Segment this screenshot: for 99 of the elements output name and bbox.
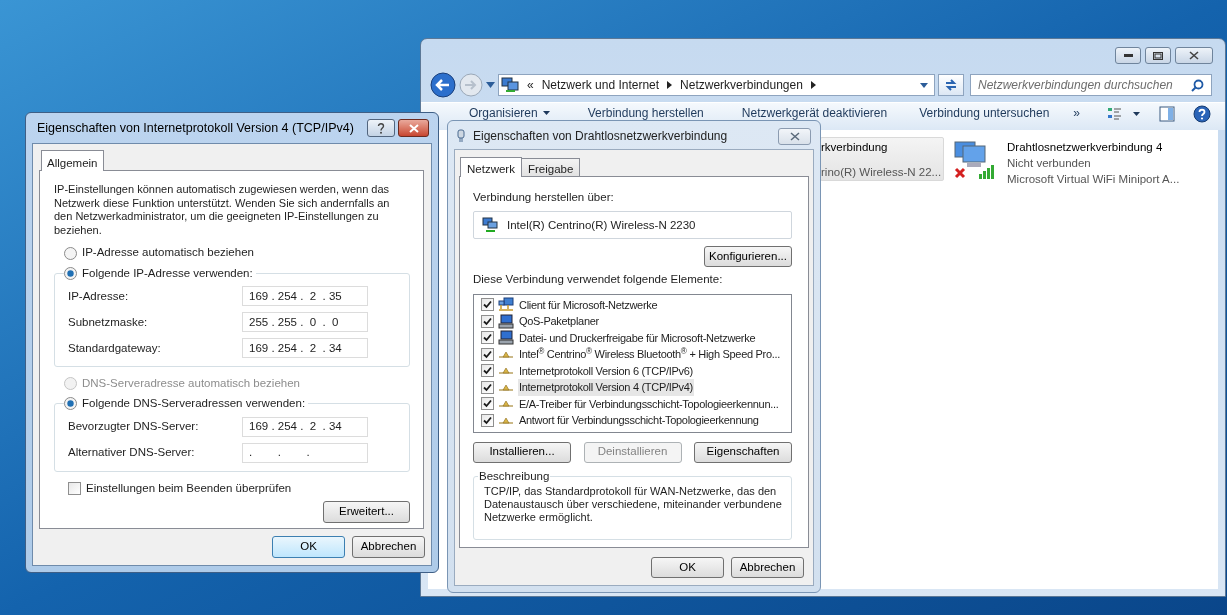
checkbox[interactable] [481, 347, 494, 361]
checkbox-label[interactable]: Einstellungen beim Beenden überprüfen [86, 479, 292, 498]
advanced-button[interactable]: Erweitert... [323, 500, 410, 523]
list-item[interactable]: QoS-Paketplaner [518, 313, 600, 330]
button[interactable]: OK [651, 557, 724, 578]
ip-address-field[interactable]: . . . [242, 442, 368, 463]
preview-pane-icon[interactable] [1159, 106, 1175, 122]
checkbox[interactable] [481, 397, 494, 411]
description-text: TCP/IP, das Standardprotokoll für WAN-Netzwerke, das den Datenaustausch über verschiedene, miteinander verbundene Netzwerke ermöglicht. [484, 484, 783, 524]
search-field[interactable]: Netzwerkverbindungen durchsuchen [970, 74, 1212, 96]
radio-label[interactable]: IP-Adresse automatisch beziehen [82, 244, 254, 262]
checkbox[interactable] [481, 298, 494, 312]
list-item[interactable]: Intel$^{®}$ Centrino$^{®}$ Wireless Bluetooth$^{®}$ + High Speed Pro... [518, 346, 781, 363]
button[interactable]: Eigenschaften [694, 441, 792, 463]
section-label: Verbindung herstellen über: [473, 190, 615, 205]
maximize-icon [1153, 51, 1163, 60]
network-folder-icon [501, 77, 519, 93]
close-icon [789, 131, 800, 141]
field-label: Subnetzmaske: [68, 314, 149, 330]
chevron-right-icon[interactable] [667, 81, 673, 89]
dropdown-arrow-icon[interactable] [920, 82, 928, 88]
breadcrumb-item[interactable]: Netzwerkverbindungen [680, 76, 803, 94]
toolbar-button[interactable]: Netzwerkgerät deaktivieren [741, 106, 888, 120]
ip-address-field[interactable]: 169 . 254 . 2 . 34 [242, 416, 368, 437]
close-button[interactable] [778, 127, 811, 145]
radio-label[interactable]: Folgende IP-Adresse verwenden: [82, 265, 253, 283]
radio-label[interactable]: Folgende DNS-Serveradressen verwenden: [82, 395, 306, 413]
view-options-icon[interactable] [1107, 106, 1141, 122]
chevron-right-icon[interactable] [810, 81, 816, 89]
checkbox[interactable] [481, 413, 494, 427]
device-name: rino(R) Wireless-N 22... [821, 165, 942, 180]
group-title: Beschreibung [478, 468, 551, 484]
search-icon[interactable] [1191, 78, 1204, 92]
computer-icon [498, 330, 514, 346]
back-button[interactable] [430, 72, 456, 98]
connection-name: rkverbindung [821, 140, 889, 155]
field-label: IP-Adresse: [68, 288, 130, 304]
refresh-button[interactable] [938, 74, 964, 96]
toolbar-button[interactable]: » [1073, 106, 1080, 120]
maximize-button[interactable] [1145, 47, 1171, 64]
checkbox[interactable] [481, 331, 494, 345]
radio-button[interactable] [64, 246, 77, 260]
checkbox[interactable] [481, 314, 494, 328]
tab[interactable]: Allgemein [41, 150, 104, 171]
button[interactable]: Abbrechen [352, 536, 425, 558]
refresh-icon [943, 78, 959, 92]
toolbar-button[interactable]: Verbindung untersuchen [919, 106, 1050, 120]
network-adapter-icon [482, 217, 498, 234]
list-item[interactable]: E/A-Treiber für Verbindungsschicht-Topologieerkennun... [518, 395, 780, 412]
close-button[interactable] [398, 119, 429, 137]
minimize-button[interactable] [1115, 47, 1141, 64]
help-button[interactable] [367, 119, 395, 137]
minimize-icon [1123, 54, 1133, 57]
breadcrumb-item[interactable]: Netzwerk und Internet [541, 76, 660, 94]
ip-address-field[interactable]: 255 . 255 . 0 . 0 [242, 312, 368, 333]
close-icon [1189, 51, 1199, 60]
list-item[interactable]: Internetprotokoll Version 4 (TCP/IPv4) [518, 379, 694, 396]
ip-address-field[interactable]: 169 . 254 . 2 . 35 [242, 286, 368, 307]
list-item[interactable]: Antwort für Verbindungsschicht-Topologieerkennung [518, 412, 760, 429]
list-item[interactable]: Client für Microsoft-Netzwerke [518, 296, 659, 313]
toolbar-button[interactable]: Verbindung herstellen [587, 106, 704, 120]
window-title: Eigenschaften von Drahtlosnetzwerkverbindung [473, 128, 728, 145]
checkbox[interactable] [481, 364, 494, 378]
ip-address-field[interactable]: 169 . 254 . 2 . 34 [242, 338, 368, 359]
window-title: Eigenschaften von Internetprotokoll Version 4 (TCP/IPv4) [37, 119, 354, 137]
breadcrumb-overflow[interactable]: « [527, 76, 534, 94]
tab[interactable]: Freigabe [520, 158, 581, 176]
question-mark-icon [377, 122, 385, 134]
tab[interactable]: Netzwerk [460, 157, 522, 177]
section-label: Diese Verbindung verwendet folgende Elemente: [473, 272, 724, 288]
radio-button[interactable] [64, 397, 77, 411]
configure-button[interactable]: Konfigurieren... [704, 246, 792, 268]
checkbox[interactable] [481, 380, 494, 394]
field-label: Bevorzugter DNS-Server: [68, 418, 200, 434]
list-item[interactable]: Internetprotokoll Version 6 (TCP/IPv6) [518, 362, 694, 379]
field-label: Standardgateway: [68, 340, 162, 356]
close-button[interactable] [1175, 47, 1213, 64]
computer-icon [498, 313, 514, 329]
close-icon [408, 123, 419, 133]
default-button[interactable]: OK [272, 536, 345, 558]
toolbar-button[interactable]: Organisieren [469, 106, 550, 120]
caret-icon [542, 111, 550, 115]
adapter-name: Intel(R) Centrino(R) Wireless-N 2230 [507, 217, 696, 233]
checkbox[interactable] [68, 482, 81, 495]
button[interactable]: Abbrechen [731, 557, 804, 578]
list-item[interactable]: Datei- und Druckerfreigabe für Microsoft-Netzwerke [518, 329, 757, 346]
connection-status: Nicht verbunden [1007, 156, 1092, 171]
wireless-adapter-icon [457, 129, 465, 143]
network-client-icon [498, 297, 514, 313]
address-bar[interactable]: « Netzwerk und Internet Netzwerkverbindungen [498, 74, 935, 96]
button[interactable]: Installieren... [473, 441, 571, 463]
help-icon[interactable] [1193, 105, 1211, 123]
device-name: Microsoft Virtual WiFi Miniport A... [1007, 172, 1180, 187]
connection-name: Drahtlosnetzwerkverbindung 4 [1007, 140, 1164, 155]
radio-button[interactable] [64, 267, 77, 281]
connection-tile[interactable]: rkverbindung rino(R) Wireless-N 22... [820, 137, 944, 181]
field-label: Alternativer DNS-Server: [68, 444, 196, 460]
dropdown-arrow-icon[interactable] [486, 82, 495, 88]
intro-text: IP-Einstellungen können automatisch zugewiesen werden, wenn das Netzwerk diese Funktion unterstützt. Wenden Sie sich andernfalls an den Netzwerkadministrator, um die geeigneten IP-Einstellungen zu beziehen. [54, 183, 391, 237]
